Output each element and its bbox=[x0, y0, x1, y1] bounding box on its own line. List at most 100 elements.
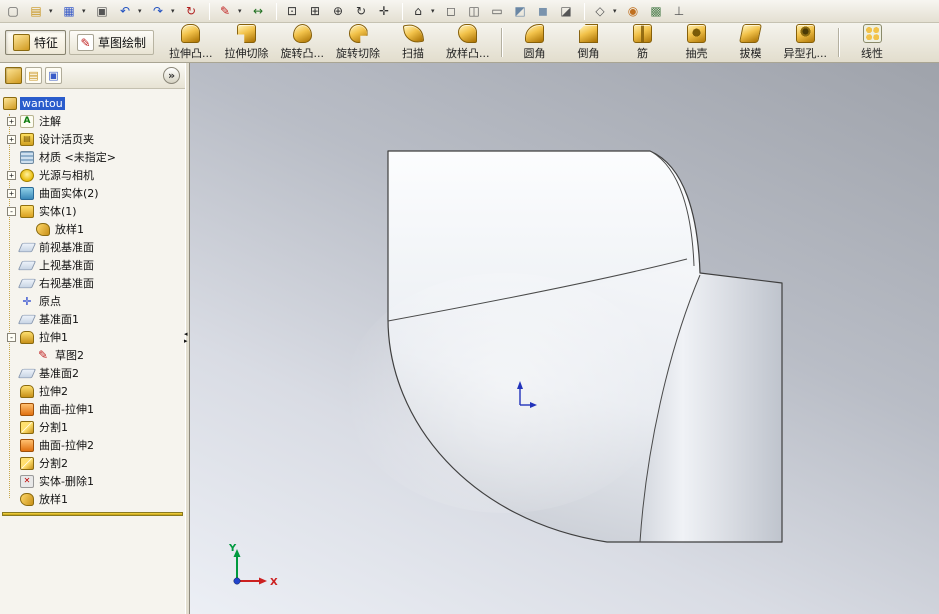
collapse-panel-button[interactable]: » bbox=[163, 67, 180, 84]
shell-button[interactable]: 抽壳 bbox=[671, 24, 723, 60]
tree-item[interactable]: ✛ 原点 bbox=[0, 292, 185, 310]
splitter-collapse-icon[interactable]: ◂ ▸ bbox=[184, 331, 188, 345]
front-plane-icon bbox=[17, 242, 37, 252]
dropdown-arrow-icon[interactable]: ▾ bbox=[49, 7, 57, 15]
tree-item[interactable]: 上视基准面 bbox=[0, 256, 185, 274]
undo-icon[interactable]: ↶ bbox=[115, 1, 135, 21]
tree-item[interactable]: 分割2 bbox=[0, 454, 185, 472]
revolved-boss-button[interactable]: 旋转凸... bbox=[276, 24, 330, 60]
tree-item[interactable]: ✕ 实体-删除1 bbox=[0, 472, 185, 490]
save-icon[interactable]: ▦ bbox=[59, 1, 79, 21]
graphics-viewport[interactable]: Y X bbox=[190, 63, 939, 614]
hidden-lines-visible-icon[interactable]: ◫ bbox=[464, 1, 484, 21]
expander-slot: + bbox=[6, 188, 17, 198]
configurationmanager-tab-icon[interactable]: ▣ bbox=[45, 67, 62, 84]
zoom-in-out-icon[interactable]: ⊕ bbox=[328, 1, 348, 21]
tree-item[interactable]: + A 注解 bbox=[0, 112, 185, 130]
icon-glyph: ◼ bbox=[538, 4, 548, 18]
viewport-canvas[interactable]: Y X bbox=[190, 63, 939, 614]
standard-toolbar: ▢ ▤ ▾ ▦ ▾ ▣ ↶ ▾ ↷ ▾ ↻ ✎ ▾ ↔ ⊡ ⊞ ⊕ ↻ ✛ ⌂ ▾ ◻ ◫ ▭ ◩ ◼ ◪ ◇ ▾ ◉ ▩ ⊥ bbox=[0, 0, 939, 23]
tree-item[interactable]: 拉伸2 bbox=[0, 382, 185, 400]
appearance-icon[interactable]: ◉ bbox=[623, 1, 643, 21]
open-icon[interactable]: ▤ bbox=[26, 1, 46, 21]
tree-item-label: 前视基准面 bbox=[39, 241, 94, 254]
sketch-icon[interactable]: ✎ bbox=[215, 1, 235, 21]
rotate-view-icon[interactable]: ↻ bbox=[351, 1, 371, 21]
smart-dimension-icon[interactable]: ↔ bbox=[248, 1, 268, 21]
expander-icon[interactable]: + bbox=[7, 134, 16, 144]
expander-icon[interactable]: + bbox=[7, 170, 16, 180]
sweep-button[interactable]: 扫描 bbox=[387, 22, 439, 60]
scene-icon[interactable]: ▩ bbox=[646, 1, 666, 21]
zoom-area-icon[interactable]: ⊞ bbox=[305, 1, 325, 21]
expander-icon[interactable]: - bbox=[7, 206, 16, 216]
dropdown-arrow-icon[interactable]: ▾ bbox=[431, 7, 439, 15]
expander-icon[interactable]: - bbox=[7, 332, 16, 342]
wireframe-icon[interactable]: ◻ bbox=[441, 1, 461, 21]
annotation-visibility-icon[interactable]: ⊥ bbox=[669, 1, 689, 21]
part-icon bbox=[3, 96, 17, 110]
rollback-bar[interactable] bbox=[2, 512, 183, 516]
tree-item[interactable]: ✎ 草图2 bbox=[0, 346, 185, 364]
dropdown-arrow-icon[interactable]: ▾ bbox=[171, 7, 179, 15]
shaded-with-edges-icon[interactable]: ◩ bbox=[510, 1, 530, 21]
tree-item[interactable]: 基准面1 bbox=[0, 310, 185, 328]
tree-item[interactable]: 材质 <未指定> bbox=[0, 148, 185, 166]
linear-pattern-button[interactable]: 线性 bbox=[846, 24, 898, 60]
icon-glyph: ✛ bbox=[378, 4, 390, 18]
tree-item[interactable]: 分割1 bbox=[0, 418, 185, 436]
tree-item[interactable]: 曲面-拉伸2 bbox=[0, 436, 185, 454]
extruded-cut-icon bbox=[237, 24, 257, 43]
model-elbow[interactable] bbox=[345, 150, 783, 543]
tab-features[interactable]: 特征 bbox=[5, 30, 67, 55]
zoom-fit-icon[interactable]: ⊡ bbox=[282, 1, 302, 21]
tree-item[interactable]: - 拉伸1 bbox=[0, 328, 185, 346]
shaded-icon[interactable]: ◼ bbox=[533, 1, 553, 21]
tree-item[interactable]: 放样1 bbox=[0, 490, 185, 508]
fillet-button[interactable]: 圆角 bbox=[509, 24, 561, 60]
draft-button[interactable]: 拔模 bbox=[725, 24, 777, 60]
tree-item[interactable]: 右视基准面 bbox=[0, 274, 185, 292]
new-icon[interactable]: ▢ bbox=[3, 1, 23, 21]
annotations-icon: A bbox=[20, 114, 34, 128]
rebuild-icon[interactable]: ↻ bbox=[181, 1, 201, 21]
surface-extrude2-icon bbox=[20, 438, 34, 452]
tab-sketch[interactable]: ✎ 草图绘制 bbox=[69, 30, 155, 55]
hole-wizard-button[interactable]: 异型孔... bbox=[779, 24, 833, 60]
expander-icon[interactable]: + bbox=[7, 116, 16, 126]
tree-item[interactable]: + 曲面实体(2) bbox=[0, 184, 185, 202]
dropdown-arrow-icon[interactable]: ▾ bbox=[238, 7, 246, 15]
redo-icon[interactable]: ↷ bbox=[148, 1, 168, 21]
revolved-cut-button[interactable]: 旋转切除 bbox=[331, 24, 385, 60]
dropdown-arrow-icon[interactable]: ▾ bbox=[138, 7, 146, 15]
extrude2-icon bbox=[20, 384, 34, 398]
tree-item[interactable]: + ▤ 设计活页夹 bbox=[0, 130, 185, 148]
tree-item[interactable]: + 光源与相机 bbox=[0, 166, 185, 184]
loft-button[interactable]: 放样凸... bbox=[441, 24, 495, 60]
tree-item-label: 曲面实体(2) bbox=[39, 187, 99, 200]
featuremanager-tab-icon[interactable] bbox=[5, 67, 22, 84]
view-orientation-icon[interactable]: ◇ bbox=[590, 1, 610, 21]
propertymanager-tab-icon[interactable]: ▤ bbox=[25, 67, 42, 84]
tree-item[interactable]: 曲面-拉伸1 bbox=[0, 400, 185, 418]
split2-icon bbox=[20, 456, 34, 470]
pan-icon[interactable]: ✛ bbox=[374, 1, 394, 21]
dropdown-arrow-icon[interactable]: ▾ bbox=[613, 7, 621, 15]
tree-item[interactable]: 基准面2 bbox=[0, 364, 185, 382]
dropdown-arrow-icon[interactable]: ▾ bbox=[82, 7, 90, 15]
chamfer-button[interactable]: 倒角 bbox=[563, 24, 615, 60]
standard-views-icon[interactable]: ⌂ bbox=[408, 1, 428, 21]
extruded-boss-button[interactable]: 拉伸凸... bbox=[164, 24, 218, 60]
extruded-cut-button[interactable]: 拉伸切除 bbox=[220, 24, 274, 60]
print-icon[interactable]: ▣ bbox=[92, 1, 112, 21]
section-view-icon[interactable]: ◪ bbox=[556, 1, 576, 21]
rib-button[interactable]: 筋 bbox=[617, 24, 669, 60]
tree-item[interactable]: wantou bbox=[0, 94, 185, 112]
hidden-lines-removed-icon[interactable]: ▭ bbox=[487, 1, 507, 21]
expander-icon[interactable]: + bbox=[7, 188, 16, 198]
tree-item[interactable]: 放样1 bbox=[0, 220, 185, 238]
tree-item[interactable]: - 实体(1) bbox=[0, 202, 185, 220]
icon-glyph: ◩ bbox=[514, 4, 526, 18]
tree-item[interactable]: 前视基准面 bbox=[0, 238, 185, 256]
button-label: 拉伸凸... bbox=[169, 47, 213, 60]
